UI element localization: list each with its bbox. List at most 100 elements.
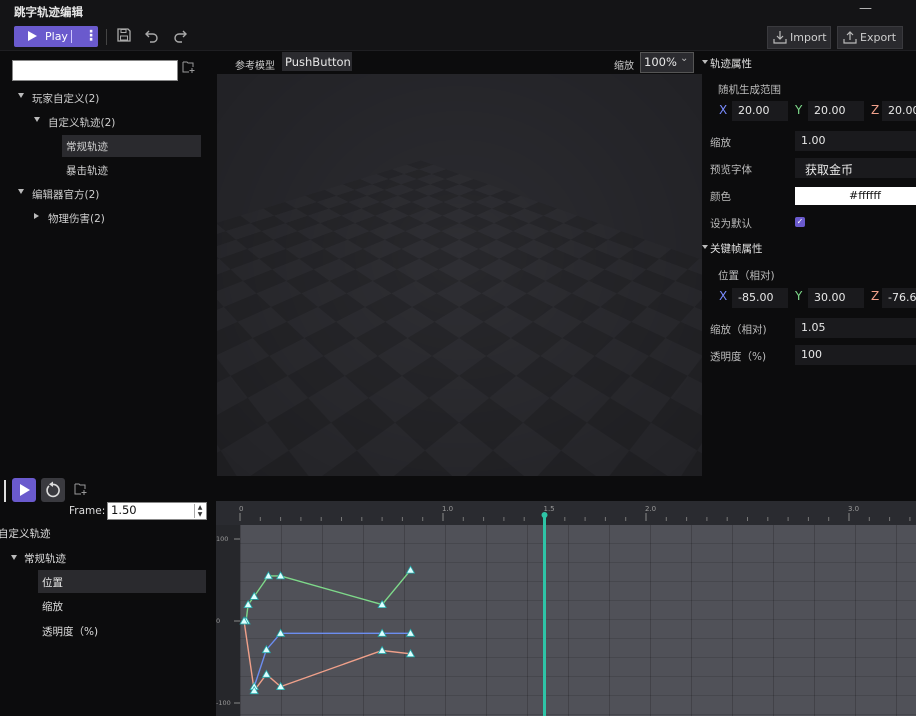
pos-z-field[interactable]: -76.6: [882, 288, 916, 308]
timeline-tree-panel: Frame: 1.50 ▲ ▼ 自定义轨迹 常规轨迹 位置 缩放 透明度（%): [0, 476, 216, 716]
tree-item[interactable]: 常规轨迹: [62, 135, 201, 157]
timeline-track-label[interactable]: 常规轨迹: [24, 551, 66, 566]
export-icon: [843, 31, 857, 44]
font-label: 预览字体: [710, 164, 752, 176]
scale-value: 1.00: [801, 134, 826, 147]
timeline-root-label: 自定义轨迹: [0, 528, 51, 540]
save-icon[interactable]: [116, 27, 136, 47]
keyframe-marker: [405, 565, 416, 574]
channel-opacity[interactable]: 透明度（%): [42, 624, 98, 639]
random-y-value: 20.00: [814, 104, 846, 117]
search-input[interactable]: [12, 60, 178, 81]
random-z-value: 20.00: [888, 104, 916, 117]
collapse-arrow-icon: [702, 245, 708, 249]
tree-item-label: 自定义轨迹(2): [48, 117, 116, 129]
play-button[interactable]: Play ⋮: [14, 26, 98, 47]
opacity-field[interactable]: 100: [795, 345, 916, 365]
random-y-label: Y: [795, 103, 803, 117]
main-toolbar: Play ⋮ Import Export: [0, 24, 916, 51]
tree-item[interactable]: 编辑器官方(2): [0, 183, 216, 205]
default-checkbox[interactable]: ✓: [795, 217, 805, 227]
random-z-field[interactable]: 20.00: [882, 101, 916, 121]
channel-position[interactable]: 位置: [42, 575, 63, 590]
expand-arrow-icon[interactable]: [34, 117, 40, 122]
relative-scale-field[interactable]: 1.05: [795, 318, 916, 338]
import-button[interactable]: Import: [767, 26, 831, 49]
pos-y-value: 30.00: [814, 291, 846, 304]
playhead-handle: [541, 512, 548, 518]
export-label: Export: [860, 31, 897, 44]
font-select[interactable]: 获取金币: [795, 158, 916, 178]
pos-x-value: -85.00: [738, 291, 774, 304]
frame-input[interactable]: 1.50 ▲ ▼: [107, 502, 207, 520]
undo-icon[interactable]: [144, 27, 164, 47]
opacity-value: 100: [801, 348, 822, 361]
tree-item[interactable]: 暴击轨迹: [0, 159, 216, 181]
keyframe-marker: [377, 645, 387, 654]
random-z-label: Z: [871, 103, 880, 117]
ref-model-value: PushButton: [285, 55, 351, 69]
relative-scale-label: 缩放（相对): [710, 324, 767, 336]
more-options-icon[interactable]: ⋮: [84, 28, 98, 44]
value-label: -100: [216, 699, 231, 707]
channel-row-selected[interactable]: [38, 570, 206, 593]
zoom-select[interactable]: 100% ⌄: [640, 52, 694, 73]
ruler-label: 0: [239, 505, 243, 513]
tree-item-label: 暴击轨迹: [66, 165, 108, 177]
scale-field[interactable]: 1.00: [795, 131, 916, 151]
ref-model-label: 参考模型: [235, 61, 275, 72]
expand-arrow-icon[interactable]: [11, 555, 17, 560]
ruler-label: 1.0: [442, 505, 453, 513]
random-x-field[interactable]: 20.00: [732, 101, 788, 121]
import-label: Import: [790, 31, 827, 44]
color-value: #ffffff: [849, 189, 881, 202]
ruler-label: 3.0: [848, 505, 859, 513]
tree-item[interactable]: 自定义轨迹(2): [0, 111, 216, 133]
replay-button[interactable]: [41, 478, 65, 502]
keyframe-properties-title: 关键帧属性: [710, 243, 763, 255]
keyframe-marker: [261, 669, 272, 678]
chevron-down-icon: ⌄: [680, 53, 689, 64]
pos-y-field[interactable]: 30.00: [808, 288, 864, 308]
pos-x-field[interactable]: -85.00: [732, 288, 788, 308]
toolbar-divider: [106, 29, 107, 45]
curve-salmon: [243, 620, 411, 693]
export-button[interactable]: Export: [837, 26, 903, 49]
track-properties-title: 轨迹属性: [710, 58, 752, 70]
redo-icon[interactable]: [172, 27, 192, 47]
collapse-arrow-icon: [702, 60, 708, 64]
value-label: 0: [216, 617, 220, 625]
add-folder-icon[interactable]: [182, 60, 196, 77]
track-properties-header[interactable]: 轨迹属性: [702, 55, 916, 71]
add-track-icon[interactable]: [74, 482, 88, 499]
panel-edge: [4, 480, 6, 502]
channel-scale[interactable]: 缩放: [42, 599, 63, 614]
properties-panel: 轨迹属性 随机生成范围 X 20.00 Y 20.00 Z 20.00 缩放 1…: [702, 51, 916, 476]
zoom-value: 100%: [644, 55, 677, 69]
play-icon: [28, 31, 37, 41]
expand-arrow-icon[interactable]: [18, 93, 24, 98]
frame-stepper[interactable]: ▲ ▼: [194, 504, 205, 518]
pos-y-label: Y: [795, 289, 803, 303]
frame-value: 1.50: [111, 503, 137, 517]
tree-item[interactable]: 物理伤害(2): [0, 207, 216, 229]
relative-scale-value: 1.05: [801, 321, 826, 334]
expand-arrow-icon[interactable]: [18, 189, 24, 194]
minimize-button[interactable]: —: [859, 1, 872, 16]
keyframe-properties-header[interactable]: 关键帧属性: [702, 240, 916, 256]
value-label: 100: [216, 535, 228, 543]
color-label: 颜色: [710, 191, 731, 203]
viewport-vignette: [217, 74, 702, 476]
pos-x-label: X: [719, 289, 728, 303]
color-picker[interactable]: #ffffff: [795, 187, 916, 205]
play-icon: [20, 484, 30, 496]
timeline-play-button[interactable]: [12, 478, 36, 502]
ref-model-field[interactable]: PushButton: [282, 52, 352, 71]
collapsed-arrow-icon[interactable]: [34, 213, 39, 219]
tree-item[interactable]: 玩家自定义(2): [0, 87, 216, 109]
import-icon: [773, 31, 787, 44]
curve-overlay[interactable]: 0 1.0 1.5 2.0 3.0 100 0 -100: [216, 501, 916, 716]
random-y-field[interactable]: 20.00: [808, 101, 864, 121]
preview-viewport[interactable]: [217, 74, 702, 476]
title-bar: 跳字轨迹编辑 —: [0, 0, 916, 25]
